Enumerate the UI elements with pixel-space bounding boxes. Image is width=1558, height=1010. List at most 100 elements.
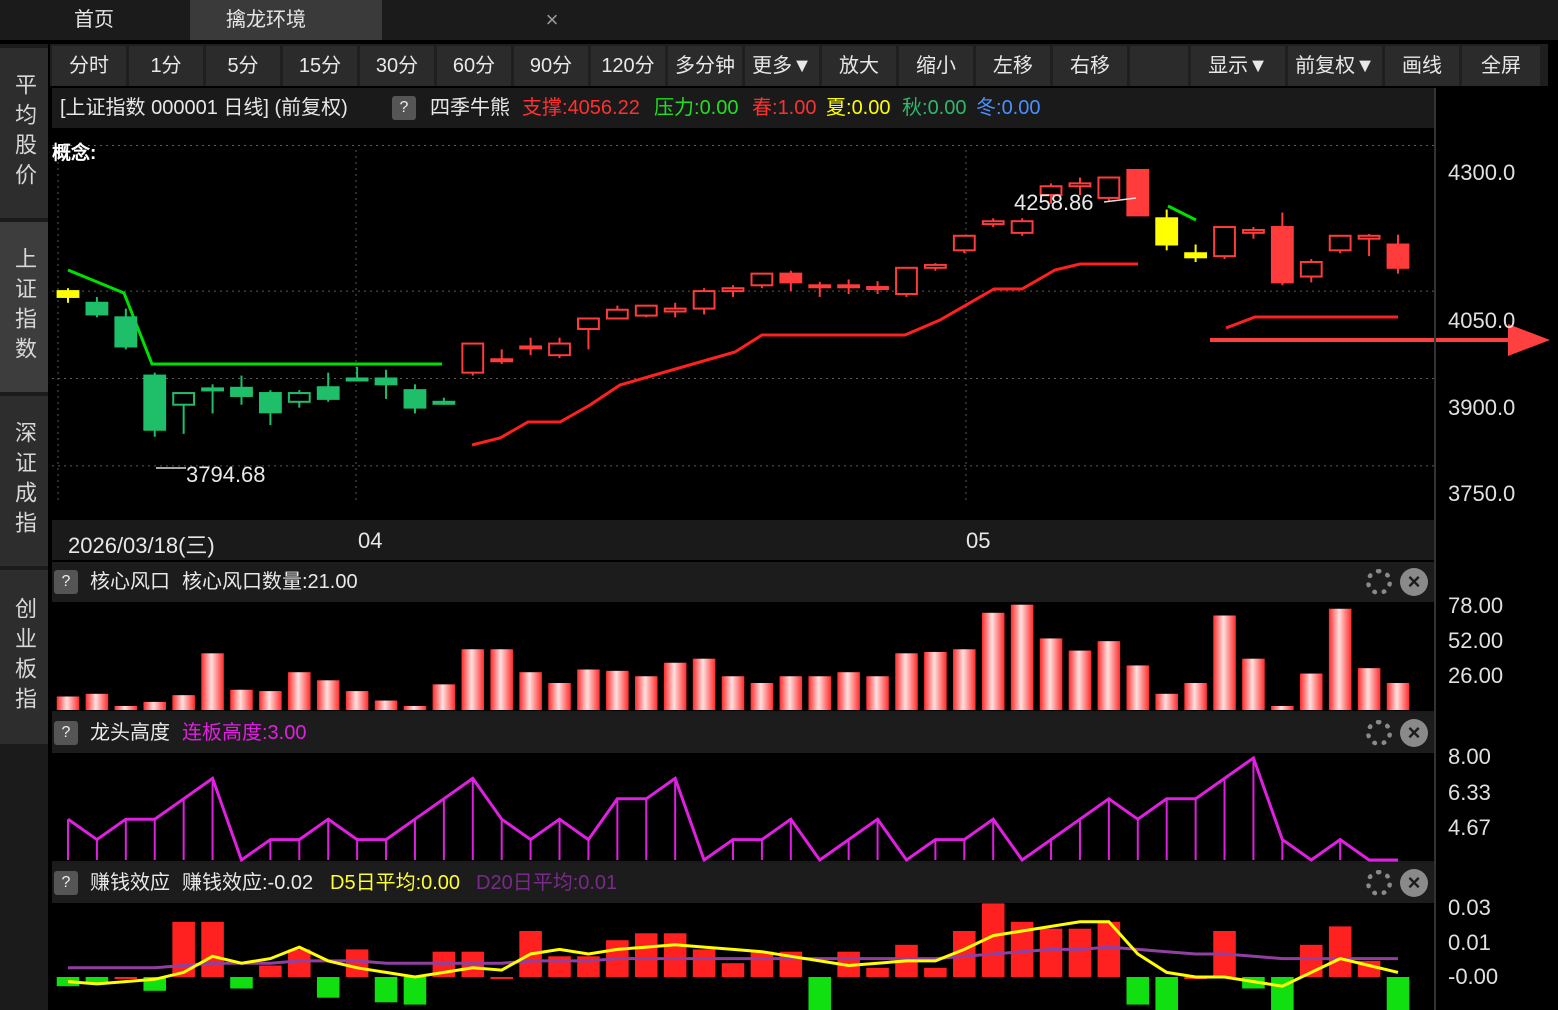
hotspot-bar xyxy=(374,700,398,710)
hotspot-bar xyxy=(1386,683,1410,710)
hotspot-bar xyxy=(895,653,918,710)
panel-name: 核心风口 xyxy=(90,571,170,593)
y-tick-label: -0.00 xyxy=(1448,964,1499,989)
hotspot-bar xyxy=(56,696,80,710)
gear-icon[interactable] xyxy=(1366,720,1392,746)
profit-effect-bar xyxy=(1328,926,1352,977)
y-tick-label: 78.00 xyxy=(1448,593,1504,618)
help-icon[interactable]: ? xyxy=(54,871,78,895)
hotspot-bar xyxy=(808,676,832,710)
y-tick-label: 0.03 xyxy=(1448,895,1491,920)
hotspot-bar xyxy=(1271,705,1294,710)
profit-effect-bar xyxy=(1068,928,1092,977)
hotspot-bar xyxy=(866,676,889,710)
help-icon[interactable]: ? xyxy=(54,570,78,594)
candle xyxy=(1010,220,1034,234)
candle xyxy=(1184,252,1208,259)
hotspot-bar xyxy=(750,683,774,710)
profit-effect-bar xyxy=(634,933,658,977)
panel-value: 赚钱效应:-0.02 xyxy=(182,872,314,894)
close-icon[interactable]: × xyxy=(1400,568,1428,596)
candle xyxy=(85,301,109,316)
y-tick-label: 8.00 xyxy=(1448,744,1491,769)
hotspot-bar xyxy=(403,705,427,710)
help-icon[interactable]: ? xyxy=(54,721,78,745)
candle xyxy=(548,342,571,357)
close-icon[interactable]: × xyxy=(1400,719,1428,747)
low-price-marker: 3794.68 xyxy=(186,462,266,487)
profit-effect-bar xyxy=(230,977,253,989)
y-tick-label: 4.67 xyxy=(1448,815,1491,840)
hotspot-bar xyxy=(837,672,860,710)
candle xyxy=(461,342,485,374)
profit-effect-bar xyxy=(259,965,282,977)
candle xyxy=(490,358,514,363)
d5-average: D5日平均:0.00 xyxy=(330,872,461,894)
bull-support-line xyxy=(1225,315,1398,330)
hotspot-bar xyxy=(606,670,629,710)
profit-effect-bar xyxy=(114,977,138,979)
hotspot-bar xyxy=(721,676,745,710)
hotspot-bar xyxy=(288,672,311,710)
profit-effect-bar xyxy=(924,967,947,977)
hotspot-bar xyxy=(1299,673,1323,710)
hotspot-bar xyxy=(432,684,456,710)
concept-label: 概念: xyxy=(52,143,97,164)
hotspot-bar xyxy=(519,672,542,710)
candle xyxy=(258,392,282,414)
hotspot-bar xyxy=(577,669,600,710)
hotspot-bar xyxy=(924,651,947,710)
candle xyxy=(432,400,456,405)
profit-effect-bar xyxy=(288,949,311,977)
chart-canvas[interactable] xyxy=(0,0,1558,1010)
candle xyxy=(1270,226,1294,284)
candle xyxy=(1155,217,1179,246)
profit-effect-bar xyxy=(721,963,745,977)
profit-effect-bar xyxy=(663,933,687,977)
candle xyxy=(1328,234,1352,252)
hotspot-bar xyxy=(981,612,1005,710)
hotspot-bar xyxy=(953,649,976,710)
bull-support-line xyxy=(471,262,1138,447)
gear-icon[interactable] xyxy=(1366,569,1392,595)
hotspot-bar xyxy=(490,649,513,710)
y-tick-label: 4050.0 xyxy=(1448,308,1516,333)
gear-icon[interactable] xyxy=(1366,870,1392,896)
candle xyxy=(605,308,629,320)
month-label-04: 04 xyxy=(358,528,383,553)
hotspot-bar xyxy=(259,691,282,710)
candle xyxy=(1386,243,1410,269)
high-price-marker: 4258.86 xyxy=(1014,190,1094,215)
panel-value: 连板高度:3.00 xyxy=(182,722,307,744)
candle xyxy=(808,284,832,289)
profit-effect-bar xyxy=(1126,977,1150,1005)
hotspot-bar xyxy=(1357,668,1381,710)
candle xyxy=(374,377,398,386)
candle xyxy=(1097,176,1121,199)
panel-core-hotspot-header: ? 核心风口 核心风口数量:21.00 × xyxy=(52,562,1434,602)
candle xyxy=(866,286,889,291)
profit-effect-bar xyxy=(808,977,832,1010)
candle xyxy=(779,272,803,284)
hotspot-bar xyxy=(1068,650,1092,710)
profit-effect-bar xyxy=(866,967,889,977)
y-tick-label: 3900.0 xyxy=(1448,395,1516,420)
hotspot-bar xyxy=(663,662,687,710)
hotspot-bar xyxy=(461,649,485,710)
candle xyxy=(287,392,311,403)
hotspot-bar xyxy=(316,680,340,710)
candle xyxy=(952,234,976,252)
panel-profit-effect-header: ? 赚钱效应 赚钱效应:-0.02 D5日平均:0.00 D20日平均:0.01… xyxy=(52,863,1434,903)
candle xyxy=(403,389,427,409)
hotspot-bar xyxy=(634,676,658,710)
close-icon[interactable]: × xyxy=(1400,869,1428,897)
hotspot-bar xyxy=(201,653,224,710)
candle xyxy=(56,290,80,298)
profit-effect-bar xyxy=(374,977,398,1003)
candle xyxy=(1357,234,1381,240)
hotspot-bar xyxy=(1328,608,1352,710)
candle xyxy=(895,266,918,296)
candle xyxy=(143,374,167,431)
profit-effect-bar xyxy=(750,951,774,977)
date-label: 2026/03/18(三) xyxy=(68,533,215,558)
